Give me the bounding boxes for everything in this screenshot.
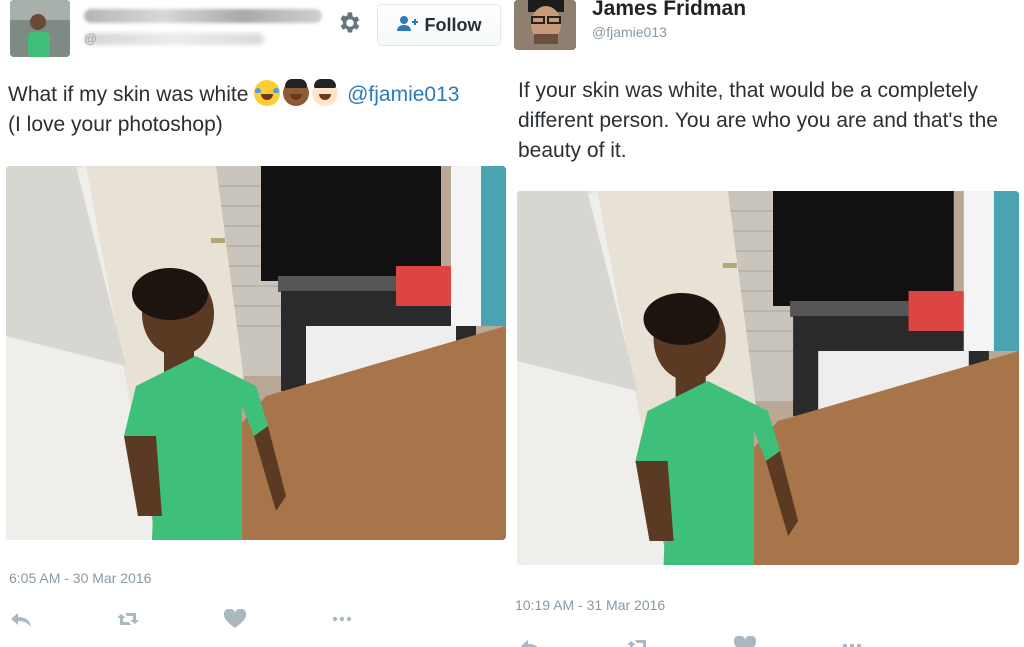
tweet-timestamp[interactable]: 6:05 AM - 30 Mar 2016 <box>9 570 151 586</box>
retweet-icon[interactable] <box>627 636 649 647</box>
follow-button[interactable]: Follow <box>377 4 501 46</box>
boy-light-skin-icon <box>312 79 339 106</box>
tweet-text-second-line: (I love your photoshop) <box>8 113 223 136</box>
gear-icon[interactable] <box>336 10 362 36</box>
reply-tweet: James Fridman @fjamie013 If your skin wa… <box>512 0 1024 647</box>
face-with-tears-of-joy-icon <box>254 80 281 106</box>
avatar[interactable] <box>10 0 70 57</box>
mention-link[interactable]: @fjamie013 <box>347 83 459 106</box>
user-handle[interactable]: @fjamie013 <box>592 24 667 40</box>
blurred-display-name <box>84 9 322 23</box>
boy-medium-dark-skin-icon <box>283 79 310 106</box>
retweet-icon[interactable] <box>117 609 139 629</box>
add-user-icon <box>396 15 419 36</box>
tweet-text-main: What if my skin was white <box>8 83 249 106</box>
original-tweet: @ Follow What if my skin was white @fjam… <box>0 0 512 647</box>
handle-prefix: @ <box>84 31 98 46</box>
more-icon[interactable] <box>841 636 863 647</box>
user-name[interactable]: James Fridman <box>592 0 746 21</box>
heart-icon[interactable] <box>224 609 246 629</box>
reply-icon[interactable] <box>10 609 32 629</box>
tweet-photo[interactable] <box>517 191 1019 565</box>
tweet-actions <box>520 636 948 647</box>
blurred-handle <box>84 33 264 45</box>
tweet-text: If your skin was white, that would be a … <box>518 79 998 162</box>
follow-label: Follow <box>424 14 482 35</box>
tweet-actions <box>10 609 438 629</box>
reply-icon[interactable] <box>520 636 542 647</box>
tweet-photo[interactable] <box>6 166 506 540</box>
tweet-text: What if my skin was white @fjamie013 (I … <box>8 79 512 140</box>
heart-icon[interactable] <box>734 636 756 647</box>
more-icon[interactable] <box>331 609 353 629</box>
tweet-timestamp[interactable]: 10:19 AM - 31 Mar 2016 <box>515 597 665 613</box>
avatar[interactable] <box>514 0 576 50</box>
